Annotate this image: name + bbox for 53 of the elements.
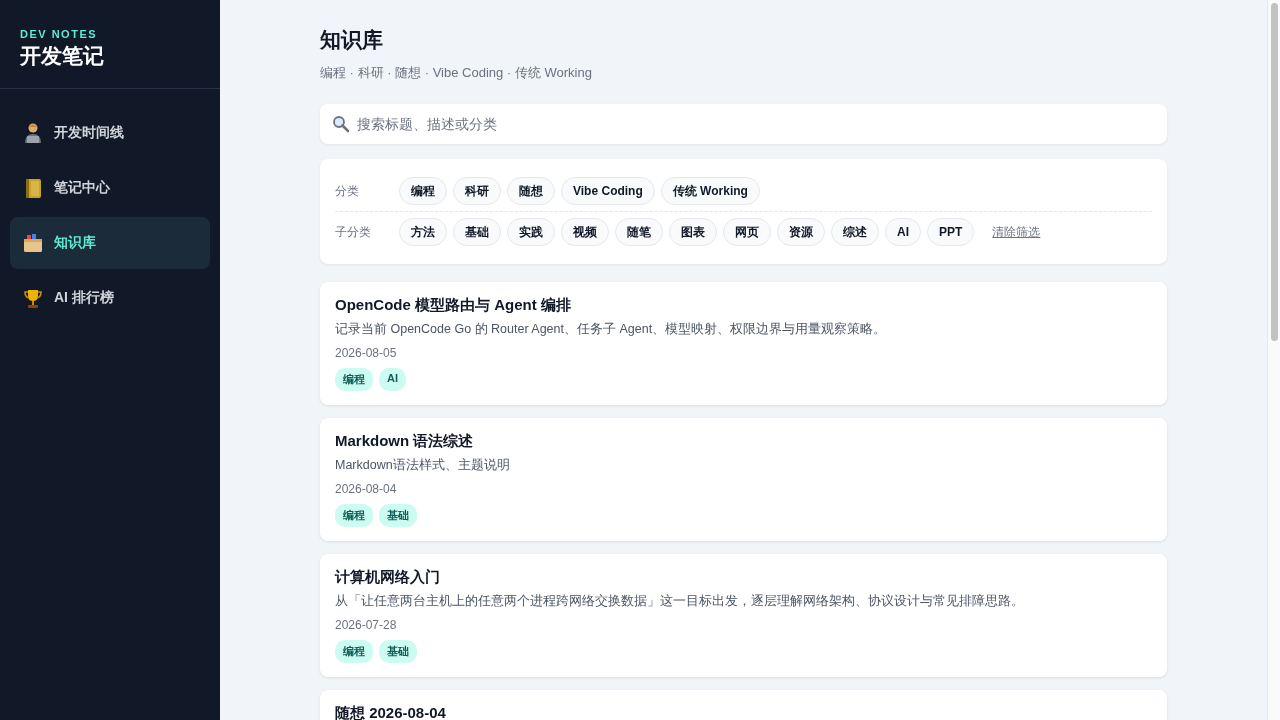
article-title: 随想 2026-08-04 <box>335 704 447 720</box>
article-date: 2026-08-04 <box>335 482 398 496</box>
filter-chip[interactable]: Vibe Coding <box>561 177 655 205</box>
article-card[interactable]: 随想 2026-08-04 <box>320 690 1167 720</box>
filter-chip[interactable]: 随笔 <box>615 218 663 246</box>
trophy-icon <box>22 287 44 309</box>
filter-chip[interactable]: AI <box>885 218 921 246</box>
filter-chip[interactable]: 网页 <box>723 218 771 246</box>
page-title: 知识库 <box>320 27 384 53</box>
nav-item[interactable]: AI 排行榜 <box>10 272 210 324</box>
brand-kicker: DEV NOTES <box>20 28 99 40</box>
nav-item[interactable]: 笔记中心 <box>10 162 210 214</box>
nav-item[interactable]: 知识库 <box>10 217 210 269</box>
search-field[interactable]: 搜索标题、描述或分类 <box>320 104 1167 144</box>
article-title: Markdown 语法综述 <box>335 432 475 451</box>
filter-chip[interactable]: 科研 <box>453 177 501 205</box>
page-subtitle: 编程 · 科研 · 随想 · Vibe Coding · 传统 Working <box>320 64 593 82</box>
article-description: Markdown语法样式、主题说明 <box>335 457 511 474</box>
nav-item[interactable]: 开发时间线 <box>10 107 210 159</box>
filter-chip[interactable]: 编程 <box>399 177 447 205</box>
article-title: 计算机网络入门 <box>335 568 441 587</box>
article-card[interactable]: 计算机网络入门 从「让任意两台主机上的任意两个进程跨网络交换数据」这一目标出发，逐层理解网络架构、协议设计与常见排障思路。 2026-07-28 编程 基础 <box>320 554 1167 677</box>
article-card[interactable]: Markdown 语法综述 Markdown语法样式、主题说明 2026-08-04 编程 基础 <box>320 418 1167 541</box>
scrollbar-thumb[interactable] <box>1270 3 1278 341</box>
article-date: 2026-07-28 <box>335 618 398 632</box>
filter-chip[interactable]: 基础 <box>453 218 501 246</box>
tag: 编程 <box>335 640 373 663</box>
filter-chip[interactable]: 图表 <box>669 218 717 246</box>
brand-title: 开发笔记 <box>20 43 105 69</box>
scrollbar[interactable] <box>1267 0 1280 720</box>
filter-chip[interactable]: 资源 <box>777 218 825 246</box>
tag: 基础 <box>379 640 417 663</box>
filter-chip[interactable]: 视频 <box>561 218 609 246</box>
filter-chip[interactable]: 随想 <box>507 177 555 205</box>
clear-filters-link[interactable]: 清除筛选 <box>992 223 1041 241</box>
filter-chip[interactable]: 传统 Working <box>660 177 760 205</box>
article-title: OpenCode 模型路由与 Agent 编排 <box>335 296 572 315</box>
article-card[interactable]: OpenCode 模型路由与 Agent 编排 记录当前 OpenCode Go 的 Router Agent、任务子 Agent、模型映射、权限边界与用量观察策略。 2026-08-05 编程 AI <box>320 282 1167 405</box>
tag: 编程 <box>335 368 373 391</box>
filter-chip[interactable]: PPT <box>927 218 975 246</box>
person-with-laptop-icon <box>22 122 44 144</box>
filter-label: 子分类 <box>335 223 372 241</box>
tag: 编程 <box>335 504 373 527</box>
article-date: 2026-08-05 <box>335 346 398 360</box>
filter-label: 分类 <box>335 182 360 200</box>
filter-chip[interactable]: 实践 <box>507 218 555 246</box>
tag: AI <box>379 368 406 391</box>
filter-chip[interactable]: 综述 <box>831 218 879 246</box>
article-description: 记录当前 OpenCode Go 的 Router Agent、任务子 Agent、模型映射、权限边界与用量观察策略。 <box>335 321 888 338</box>
tag: 基础 <box>379 504 417 527</box>
article-description: 从「让任意两台主机上的任意两个进程跨网络交换数据」这一目标出发，逐层理解网络架构、协议设计与常见排障思路。 <box>335 593 1025 610</box>
file-box-icon <box>22 232 44 254</box>
filter-chip[interactable]: 方法 <box>399 218 447 246</box>
